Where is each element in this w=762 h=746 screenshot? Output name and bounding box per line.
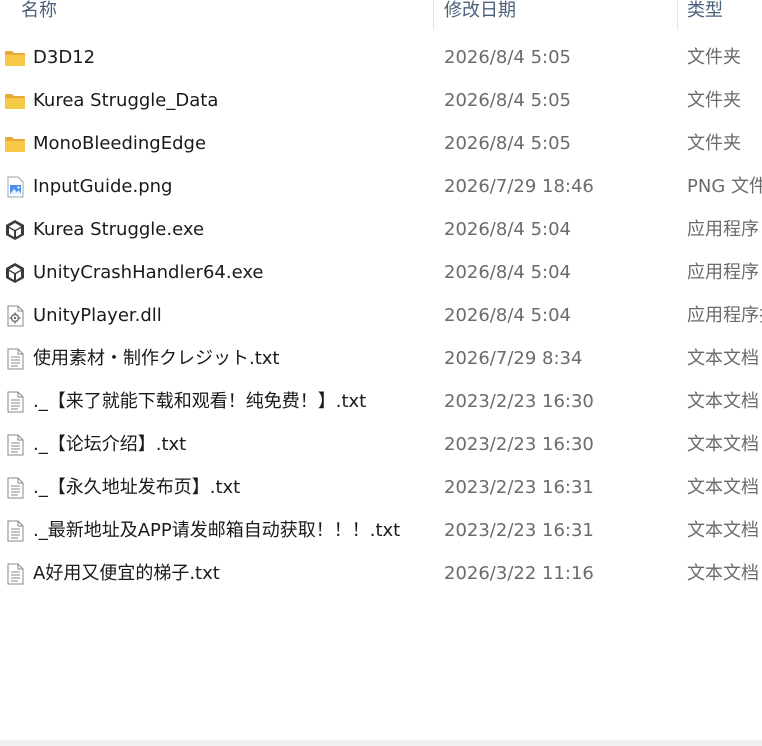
file-modified-date: 2026/7/29 18:46 (444, 176, 594, 197)
file-name: ._最新地址及APP请发邮箱自动获取！！！.txt (33, 520, 401, 541)
file-type: 应用程序 (687, 219, 759, 240)
file-name: InputGuide.png (33, 176, 173, 197)
file-modified-date: 2023/2/23 16:31 (444, 477, 594, 498)
file-explorer: 名称 修改日期 类型 D3D12 2026/8/4 5:05 文件夹 Kurea S… (0, 0, 762, 746)
text-file-icon (4, 391, 26, 413)
file-type: 文本文档 (687, 477, 759, 498)
file-type: 文本文档 (687, 348, 759, 369)
file-row[interactable]: MonoBleedingEdge 2026/8/4 5:05 文件夹 (0, 122, 762, 165)
file-row[interactable]: ._【来了就能下载和观看！纯免费！】.txt 2023/2/23 16:30 文本文… (0, 380, 762, 423)
file-name: Kurea Struggle.exe (33, 219, 205, 240)
file-modified-date: 2026/3/22 11:16 (444, 563, 594, 584)
file-name: D3D12 (33, 47, 96, 68)
file-row[interactable]: D3D12 2026/8/4 5:05 文件夹 (0, 36, 762, 79)
file-modified-date: 2026/8/4 5:05 (444, 90, 571, 111)
file-row[interactable]: ._最新地址及APP请发邮箱自动获取！！！.txt 2023/2/23 16:31… (0, 509, 762, 552)
file-type: 文本文档 (687, 563, 759, 584)
file-row[interactable]: UnityPlayer.dll 2026/8/4 5:04 应用程序扩展 (0, 294, 762, 337)
file-row[interactable]: InputGuide.png 2026/7/29 18:46 PNG 文件 (0, 165, 762, 208)
file-name: ._【来了就能下载和观看！纯免费！】.txt (33, 391, 367, 412)
file-modified-date: 2023/2/23 16:30 (444, 391, 594, 412)
horizontal-scrollbar[interactable] (0, 740, 762, 746)
folder-icon (4, 90, 26, 112)
file-modified-date: 2023/2/23 16:31 (444, 520, 594, 541)
file-name: Kurea Struggle_Data (33, 90, 219, 111)
file-row[interactable]: Kurea Struggle.exe 2026/8/4 5:04 应用程序 (0, 208, 762, 251)
file-row[interactable]: ._【永久地址发布页】.txt 2023/2/23 16:31 文本文档 (0, 466, 762, 509)
text-file-icon (4, 563, 26, 585)
file-row[interactable]: Kurea Struggle_Data 2026/8/4 5:05 文件夹 (0, 79, 762, 122)
folder-icon (4, 47, 26, 69)
text-file-icon (4, 477, 26, 499)
folder-icon (4, 133, 26, 155)
text-file-icon (4, 520, 26, 542)
file-modified-date: 2026/7/29 8:34 (444, 348, 583, 369)
file-list: D3D12 2026/8/4 5:05 文件夹 Kurea Struggle_Dat… (0, 36, 762, 595)
column-divider[interactable] (677, 0, 678, 30)
file-name: A好用又便宜的梯子.txt (33, 563, 220, 584)
file-type: PNG 文件 (687, 176, 762, 197)
file-name: ._【论坛介绍】.txt (33, 434, 187, 455)
file-type: 文本文档 (687, 391, 759, 412)
unity-app-icon (4, 262, 26, 284)
unity-app-icon (4, 219, 26, 241)
file-name: ._【永久地址发布页】.txt (33, 477, 241, 498)
file-name: 使用素材・制作クレジット.txt (33, 348, 280, 369)
file-type: 应用程序扩展 (687, 305, 762, 326)
file-row[interactable]: ._【论坛介绍】.txt 2023/2/23 16:30 文本文档 (0, 423, 762, 466)
file-modified-date: 2026/8/4 5:05 (444, 133, 571, 154)
file-modified-date: 2023/2/23 16:30 (444, 434, 594, 455)
file-row[interactable]: A好用又便宜的梯子.txt 2026/3/22 11:16 文本文档 (0, 552, 762, 595)
file-name: UnityPlayer.dll (33, 305, 162, 326)
file-name: UnityCrashHandler64.exe (33, 262, 264, 283)
image-file-icon (4, 176, 26, 198)
file-modified-date: 2026/8/4 5:04 (444, 219, 571, 240)
file-type: 文件夹 (687, 90, 741, 111)
file-name: MonoBleedingEdge (33, 133, 207, 154)
file-row[interactable]: UnityCrashHandler64.exe 2026/8/4 5:04 应用程序 (0, 251, 762, 294)
file-type: 文件夹 (687, 47, 741, 68)
file-modified-date: 2026/8/4 5:04 (444, 305, 571, 326)
text-file-icon (4, 434, 26, 456)
text-file-icon (4, 348, 26, 370)
column-header-date[interactable]: 修改日期 (444, 0, 674, 30)
column-header-bar: 名称 修改日期 类型 (0, 0, 762, 30)
file-type: 文本文档 (687, 434, 759, 455)
file-modified-date: 2026/8/4 5:04 (444, 262, 571, 283)
column-divider[interactable] (433, 0, 434, 30)
file-type: 文件夹 (687, 133, 741, 154)
column-header-name[interactable]: 名称 (21, 0, 431, 30)
dll-file-icon (4, 305, 26, 327)
file-type: 应用程序 (687, 262, 759, 283)
column-header-type[interactable]: 类型 (687, 0, 762, 30)
file-row[interactable]: 使用素材・制作クレジット.txt 2026/7/29 8:34 文本文档 (0, 337, 762, 380)
file-type: 文本文档 (687, 520, 759, 541)
file-modified-date: 2026/8/4 5:05 (444, 47, 571, 68)
